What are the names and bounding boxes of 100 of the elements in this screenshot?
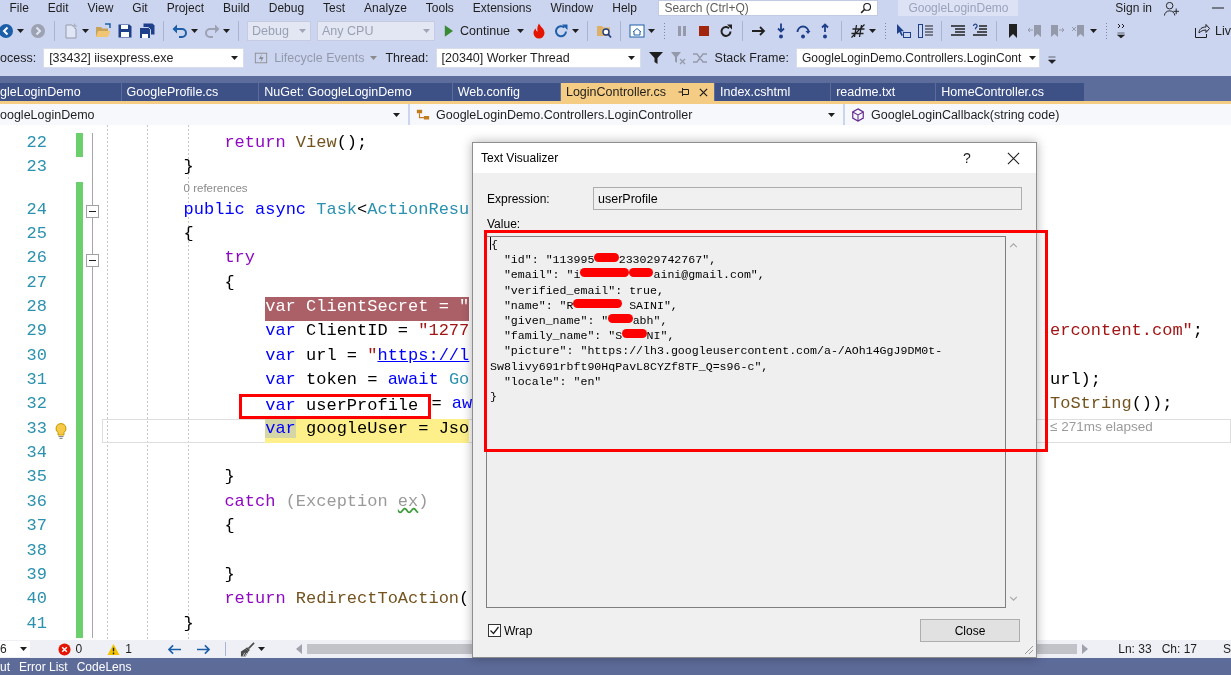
editor-tab[interactable]: Web.config xyxy=(452,83,560,101)
question-lines-icon[interactable] xyxy=(972,23,989,39)
editor-tab[interactable]: NuGet: GoogleLoginDemo xyxy=(259,83,452,101)
step-over-icon[interactable] xyxy=(795,23,812,39)
warning-count[interactable]: 1 xyxy=(125,642,132,656)
grip-handle-icon[interactable] xyxy=(663,22,667,40)
close-button[interactable]: Close xyxy=(920,619,1020,642)
zoom-dropdown[interactable]: 6 xyxy=(0,641,30,657)
line-number: 35 xyxy=(26,467,47,487)
caret-icon[interactable] xyxy=(223,29,230,33)
close-icon[interactable] xyxy=(699,87,708,97)
menu-item[interactable]: Build xyxy=(213,0,260,16)
folder-icon[interactable] xyxy=(95,23,111,39)
caret-icon[interactable] xyxy=(191,29,198,33)
list-icon[interactable] xyxy=(917,23,934,39)
code-line: catch (Exception ex) xyxy=(224,491,429,513)
menu-item[interactable]: Help xyxy=(602,0,647,16)
sign-in-link[interactable]: Sign in xyxy=(1115,1,1152,15)
search-icon[interactable] xyxy=(860,2,873,14)
tool-window-tab[interactable]: Error List xyxy=(19,659,68,674)
process-dropdown[interactable]: [33432] iisexpress.exe xyxy=(43,48,245,68)
hierarchy-icon xyxy=(416,107,430,122)
thread-dropdown[interactable]: [20340] Worker Thread xyxy=(435,48,641,68)
wrap-checkbox[interactable]: Wrap xyxy=(488,623,533,638)
collapse-icon[interactable] xyxy=(86,205,99,219)
tool-window-tab[interactable]: ut xyxy=(0,659,10,674)
grip-handle-icon[interactable] xyxy=(884,22,888,40)
folder-search-icon[interactable] xyxy=(596,23,613,39)
code-line: { xyxy=(224,272,235,294)
caret-icon[interactable] xyxy=(82,29,89,33)
menu-item[interactable]: Test xyxy=(313,0,355,16)
resize-grip-icon[interactable] xyxy=(1024,645,1034,655)
continue-button[interactable]: Continue xyxy=(444,24,525,38)
caret-icon[interactable] xyxy=(572,29,580,33)
editor-tab[interactable]: GoogleProfile.cs xyxy=(121,83,259,101)
warning-icon[interactable] xyxy=(107,642,121,656)
menu-item[interactable]: Git xyxy=(122,0,158,16)
grip-handle-icon[interactable] xyxy=(1105,22,1109,40)
menu-item[interactable]: Analyze xyxy=(354,0,417,16)
broom-icon[interactable] xyxy=(239,641,255,657)
error-icon[interactable] xyxy=(57,642,71,656)
add-user-icon[interactable] xyxy=(1164,0,1179,16)
back-icon[interactable] xyxy=(0,23,14,39)
close-icon[interactable] xyxy=(1006,151,1020,165)
caret-icon[interactable] xyxy=(17,29,24,33)
editor-tab[interactable]: Index.cshtml xyxy=(715,83,831,101)
menu-item[interactable]: File xyxy=(0,0,39,16)
share-button[interactable]: Liv xyxy=(1194,23,1231,39)
line-number: 33 xyxy=(26,418,47,438)
hash-icon[interactable] xyxy=(850,23,867,39)
line-number: 36 xyxy=(26,491,47,511)
tool-window-tab[interactable]: CodeLens xyxy=(76,659,132,674)
caret-icon[interactable] xyxy=(648,29,656,33)
checkbox-icon[interactable] xyxy=(488,624,501,637)
lines-icon[interactable] xyxy=(950,23,967,39)
left-arrow-icon[interactable] xyxy=(166,642,182,656)
stack-frame-dropdown[interactable]: GoogleLoginDemo.Controllers.LoginCont xyxy=(795,48,1040,68)
navigation-dropdown[interactable]: GoogleLoginCallback(string code) xyxy=(845,104,1231,125)
double-chevron-icon[interactable] xyxy=(1117,23,1126,39)
line-number: 28 xyxy=(26,297,47,317)
menu-item[interactable]: Extensions xyxy=(463,0,542,16)
menu-item[interactable]: View xyxy=(78,0,123,16)
caret-icon[interactable] xyxy=(869,29,877,33)
code-line: var token = await Go xyxy=(265,370,470,392)
code-line: var ClientID = "1277 xyxy=(265,321,470,343)
editor-tab[interactable]: HomeController.cs xyxy=(936,83,1085,101)
menu-item[interactable]: Edit xyxy=(38,0,79,16)
caret-icon[interactable] xyxy=(257,647,265,651)
home-window-icon[interactable] xyxy=(629,23,646,39)
editor-tab[interactable]: gleLoginDemo xyxy=(0,83,121,101)
line-number: 29 xyxy=(26,321,47,341)
refresh-icon[interactable] xyxy=(553,23,570,39)
line-number: 37 xyxy=(26,516,47,536)
help-button[interactable]: ? xyxy=(952,143,982,173)
caret-icon[interactable] xyxy=(1047,56,1056,64)
menu-item[interactable]: Tools xyxy=(416,0,464,16)
right-arrow-icon[interactable] xyxy=(195,642,211,656)
pin-icon[interactable] xyxy=(678,87,690,97)
save-all-icon[interactable] xyxy=(139,23,155,39)
search-field[interactable]: Search (Ctrl+Q) xyxy=(658,0,879,16)
menu-item[interactable]: Project xyxy=(157,0,214,16)
error-count[interactable]: 0 xyxy=(75,642,83,656)
restart-icon[interactable] xyxy=(718,23,735,39)
cursor-icon[interactable] xyxy=(895,23,912,39)
filter-icon[interactable] xyxy=(647,50,664,66)
code-line: } xyxy=(183,613,194,635)
menu-item[interactable]: Window xyxy=(541,0,603,16)
editor-tab[interactable]: readme.txt xyxy=(831,83,936,101)
save-icon[interactable] xyxy=(117,23,133,39)
menu-item[interactable]: Debug xyxy=(259,0,314,16)
line-number: 25 xyxy=(26,224,47,244)
collapse-icon[interactable] xyxy=(86,254,99,268)
codelens-link[interactable]: 0 references xyxy=(183,181,248,200)
editor-tab[interactable]: LoginController.cs xyxy=(560,83,714,101)
lightbulb-icon[interactable] xyxy=(54,422,67,439)
expression-field[interactable]: userProfile xyxy=(593,187,1022,210)
line-number: 23 xyxy=(26,157,47,177)
caret-icon[interactable] xyxy=(1090,29,1098,33)
value-text: abh", xyxy=(632,314,668,327)
undo-icon[interactable] xyxy=(172,23,188,39)
